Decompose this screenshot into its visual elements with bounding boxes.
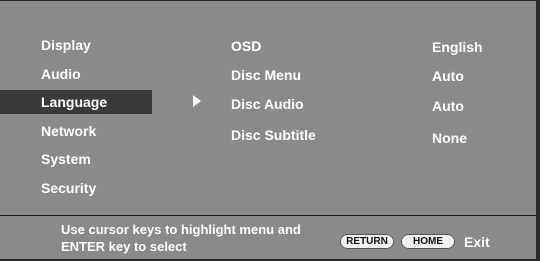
help-text: Use cursor keys to highlight menu and EN… — [61, 221, 331, 255]
arrow-right-icon — [193, 95, 201, 107]
setting-disc-audio[interactable]: Disc Audio — [231, 94, 304, 114]
menu-item-label: Language — [41, 94, 108, 110]
home-key-button[interactable]: HOME — [401, 234, 455, 249]
footer-divider — [0, 215, 536, 216]
return-key-button[interactable]: RETURN — [340, 234, 394, 249]
setting-disc-subtitle[interactable]: Disc Subtitle — [231, 125, 316, 145]
help-text-line: Use cursor keys to highlight menu and — [61, 222, 301, 237]
setting-osd[interactable]: OSD — [231, 36, 261, 56]
menu-item-audio[interactable]: Audio — [0, 62, 150, 86]
setting-disc-menu-value[interactable]: Auto — [432, 66, 464, 86]
exit-label[interactable]: Exit — [464, 233, 490, 251]
menu-item-system[interactable]: System — [0, 147, 150, 171]
setting-disc-audio-value[interactable]: Auto — [432, 96, 464, 116]
setting-disc-menu[interactable]: Disc Menu — [231, 65, 301, 85]
menu-item-label: Display — [41, 37, 91, 53]
menu-item-label: Security — [41, 180, 97, 196]
menu-item-display[interactable]: Display — [0, 33, 150, 57]
menu-item-label: Network — [41, 123, 97, 139]
menu-item-network[interactable]: Network — [0, 119, 150, 143]
menu-item-label: Audio — [41, 66, 81, 82]
setting-osd-value[interactable]: English — [432, 37, 483, 57]
setting-disc-subtitle-value[interactable]: None — [432, 128, 467, 148]
help-text-line: ENTER key to select — [61, 239, 187, 254]
menu-item-language[interactable]: Language — [0, 90, 152, 114]
menu-item-label: System — [41, 151, 91, 167]
settings-screen: Display Audio Language Network System Se… — [0, 0, 540, 261]
menu-item-security[interactable]: Security — [0, 176, 150, 200]
